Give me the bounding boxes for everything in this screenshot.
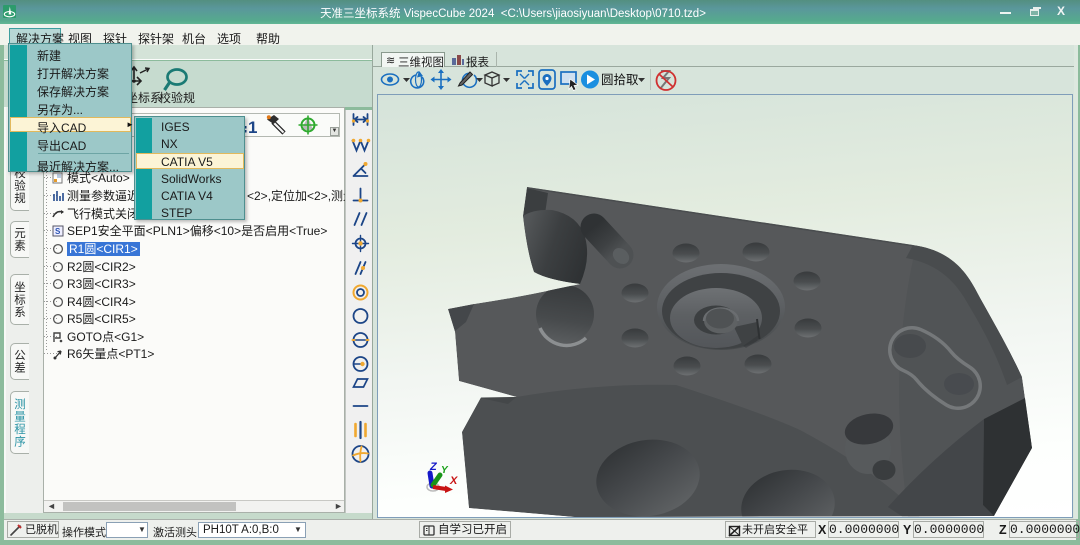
svg-text:X: X <box>449 475 458 487</box>
svg-text:圆拾取: 圆拾取 <box>601 72 639 87</box>
svg-text:Y: Y <box>441 465 449 476</box>
svg-text:S: S <box>55 227 61 236</box>
svg-text:1: 1 <box>248 118 257 136</box>
svg-text:Z: Z <box>429 461 438 473</box>
